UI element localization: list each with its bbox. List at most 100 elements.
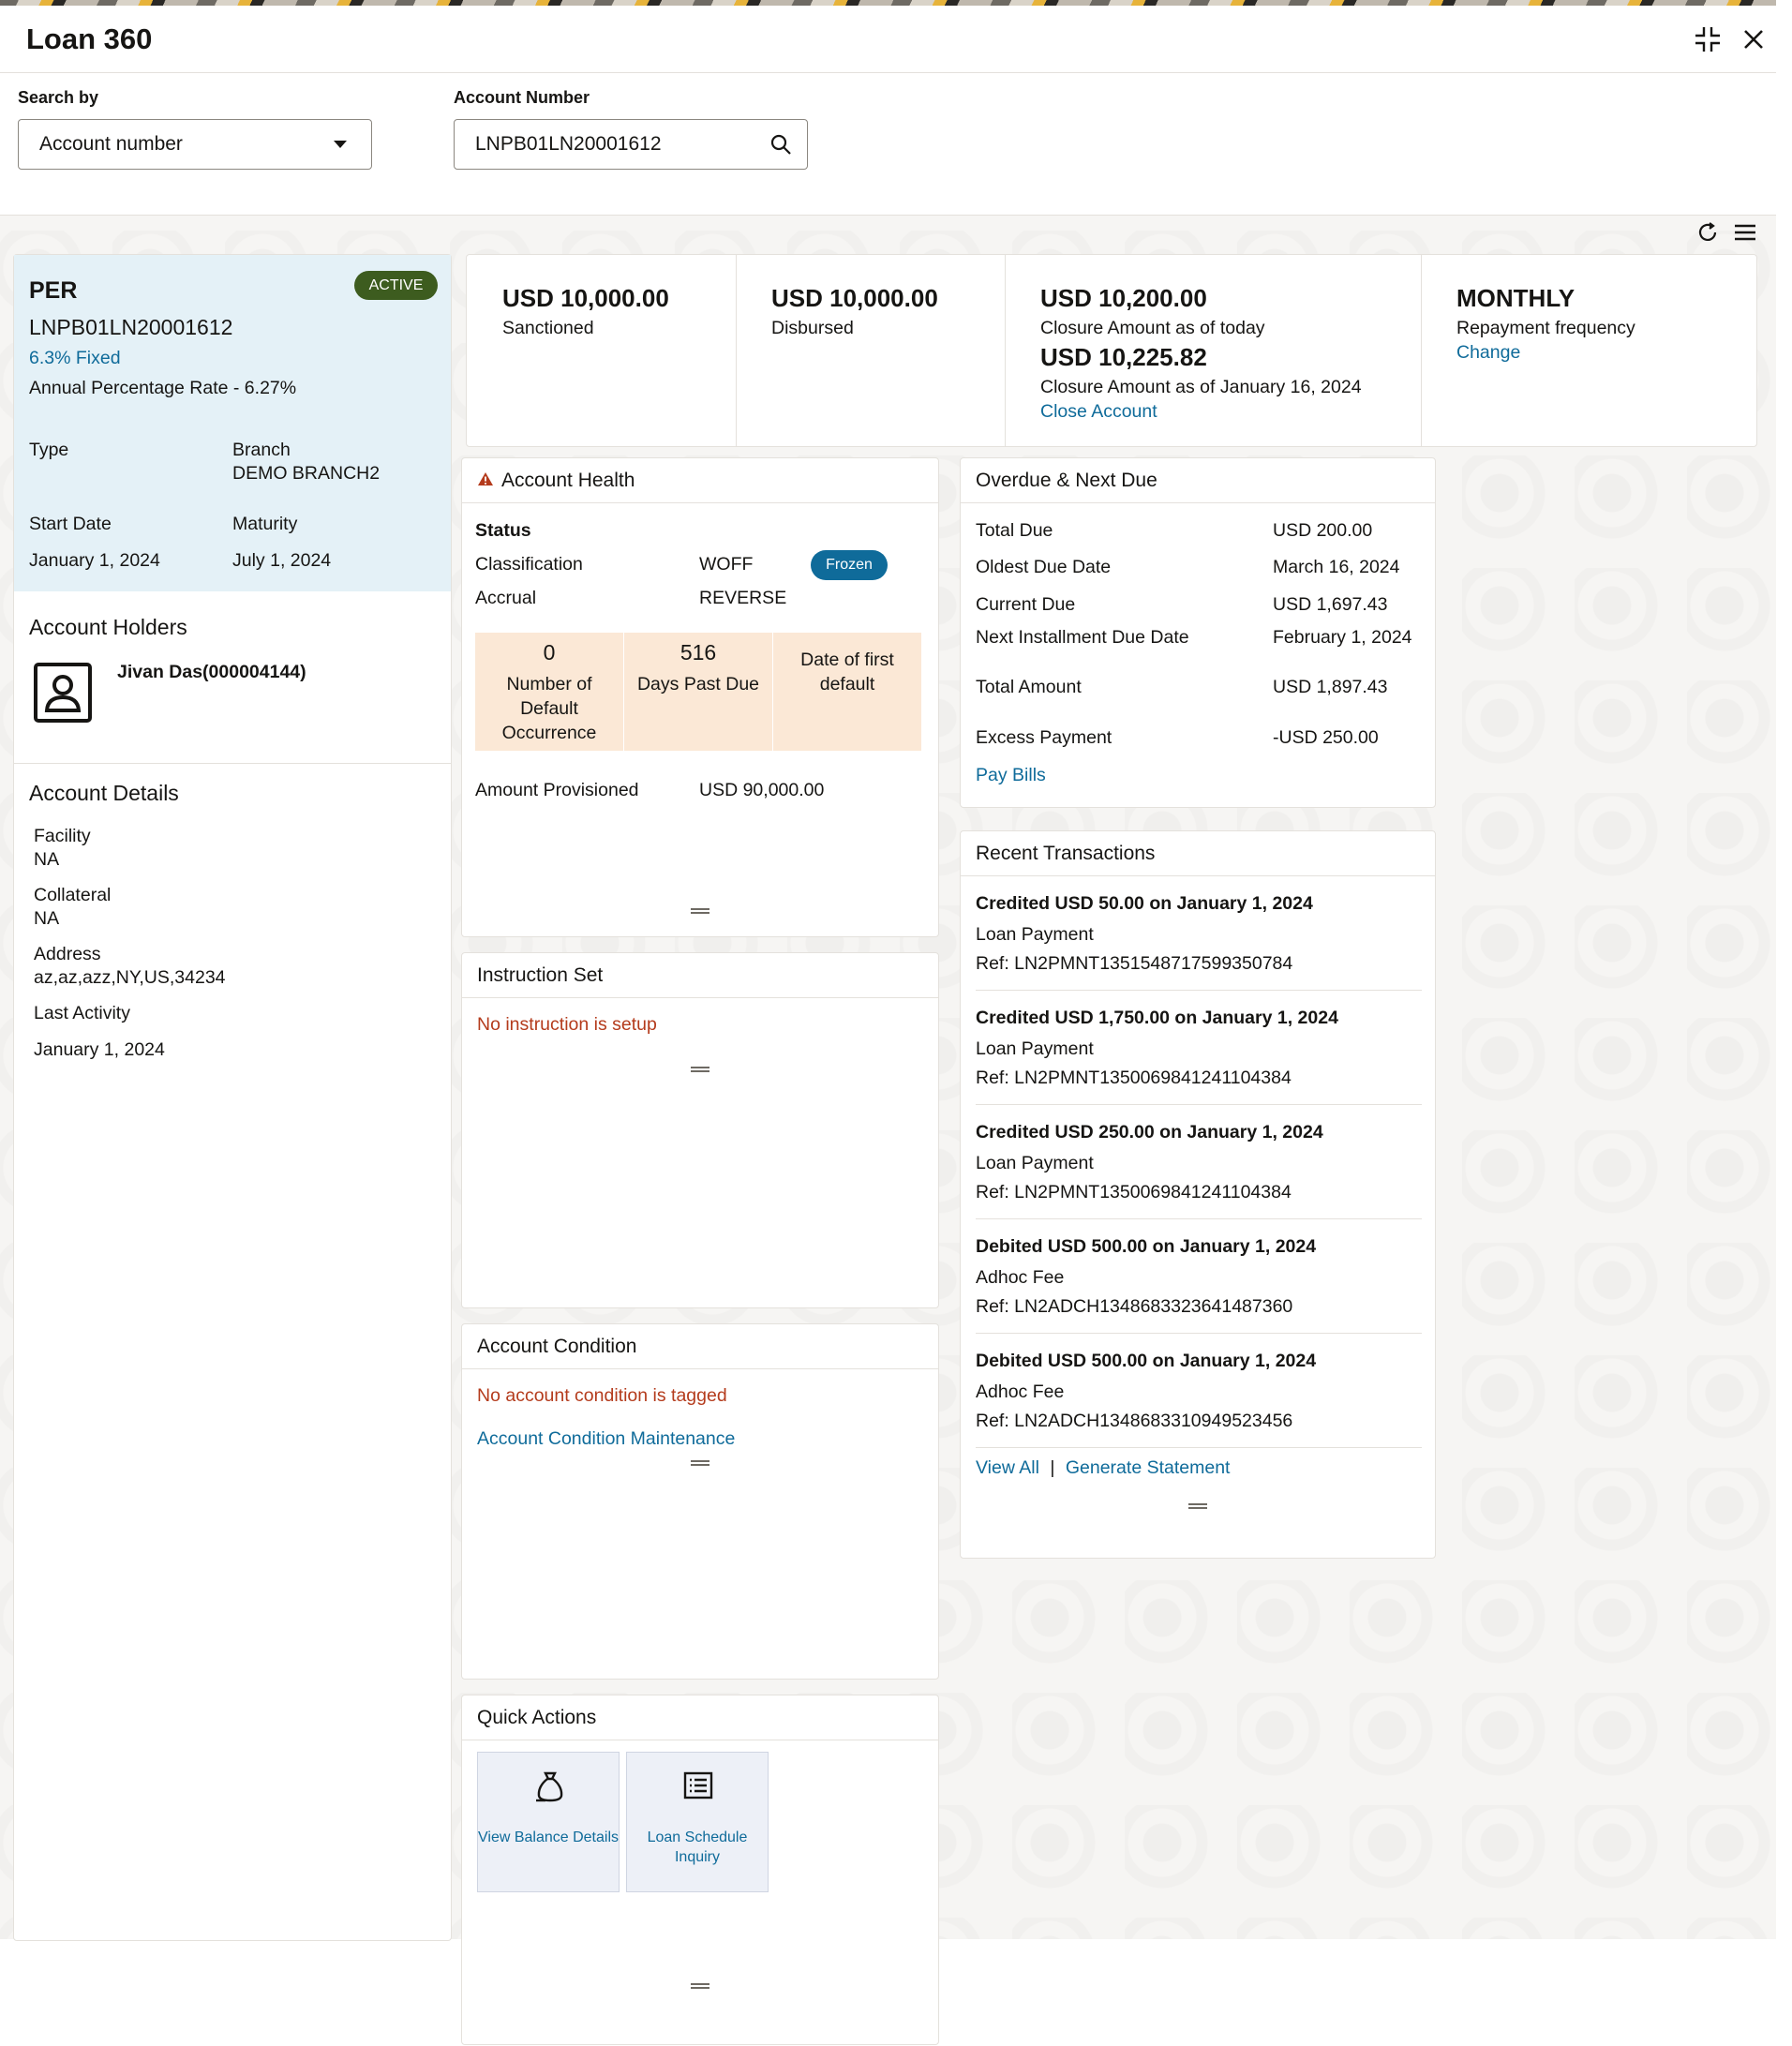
drag-handle-icon[interactable]: [691, 1067, 709, 1072]
transaction-description: Adhoc Fee: [976, 1267, 1065, 1288]
loan-schedule-inquiry-label: Loan Schedule Inquiry: [647, 1829, 748, 1865]
search-by-select[interactable]: Account number: [18, 119, 372, 170]
search-bar: Search by Account number Account Number …: [0, 73, 1776, 216]
collateral-value: NA: [34, 908, 60, 929]
total-amount-value: USD 1,897.43: [1273, 677, 1388, 697]
first-default-tile: Date of first default: [773, 633, 921, 751]
address-label: Address: [34, 944, 101, 964]
refresh-icon[interactable]: [1696, 221, 1719, 248]
total-due-value: USD 200.00: [1273, 520, 1373, 541]
minimize-icon[interactable]: [1689, 21, 1726, 58]
account-health-header: Account Health: [462, 458, 938, 503]
pay-bills-link[interactable]: Pay Bills: [976, 765, 1046, 786]
transaction-reference: Ref: LN2PMNT1351548717599350784: [976, 953, 1293, 974]
account-condition-panel: Account Condition No account condition i…: [461, 1323, 939, 1680]
quick-actions-panel: Quick Actions View Balance Details Loan …: [461, 1695, 939, 2045]
next-installment-value: February 1, 2024: [1273, 627, 1412, 648]
transaction-heading: Credited USD 1,750.00 on January 1, 2024: [976, 1008, 1338, 1028]
view-all-link[interactable]: View All: [976, 1457, 1039, 1478]
classification-label: Classification: [475, 554, 583, 575]
transaction-description: Adhoc Fee: [976, 1381, 1065, 1402]
search-by-value: Account number: [39, 133, 183, 155]
account-condition-maintenance-link[interactable]: Account Condition Maintenance: [477, 1428, 735, 1450]
transaction-item[interactable]: Credited USD 250.00 on January 1, 2024 L…: [976, 1105, 1422, 1219]
amount-provisioned-label: Amount Provisioned: [475, 780, 639, 800]
search-icon[interactable]: [769, 133, 792, 161]
loan-schedule-inquiry-button[interactable]: Loan Schedule Inquiry: [626, 1752, 769, 1892]
sanctioned-label: Sanctioned: [502, 318, 594, 338]
total-due-label: Total Due: [976, 520, 1053, 541]
transaction-item[interactable]: Debited USD 500.00 on January 1, 2024 Ad…: [976, 1334, 1422, 1448]
next-installment-label: Next Installment Due Date: [976, 627, 1189, 648]
days-past-due-value: 516: [679, 640, 717, 665]
transaction-heading: Credited USD 50.00 on January 1, 2024: [976, 893, 1313, 914]
change-frequency-link[interactable]: Change: [1456, 342, 1520, 364]
drag-handle-icon[interactable]: [691, 1983, 709, 1989]
days-past-due-tile: 516 Days Past Due: [624, 633, 772, 751]
current-due-value: USD 1,697.43: [1273, 594, 1388, 615]
type-label: Type: [29, 440, 69, 460]
transaction-reference: Ref: LN2ADCH1348683323641487360: [976, 1296, 1293, 1317]
close-account-link[interactable]: Close Account: [1040, 401, 1157, 423]
warning-icon: [477, 470, 494, 492]
view-balance-details-button[interactable]: View Balance Details: [477, 1752, 620, 1892]
default-occurrence-tile: 0 Number of Default Occurrence: [475, 633, 623, 751]
branch-value: DEMO BRANCH2: [232, 463, 381, 484]
start-date-label: Start Date: [29, 514, 112, 534]
transaction-description: Loan Payment: [976, 1038, 1094, 1059]
transaction-item[interactable]: Credited USD 1,750.00 on January 1, 2024…: [976, 991, 1422, 1105]
transaction-reference: Ref: LN2PMNT1350069841241104384: [976, 1182, 1292, 1202]
branch-label: Branch: [232, 440, 291, 460]
product-code: PER: [29, 277, 78, 304]
oldest-due-date-value: March 16, 2024: [1273, 557, 1400, 577]
list-icon: [683, 1771, 713, 1804]
drag-handle-icon[interactable]: [691, 1460, 709, 1466]
oldest-due-date-label: Oldest Due Date: [976, 557, 1112, 577]
interest-rate: 6.3% Fixed: [29, 348, 121, 368]
excess-payment-value: -USD 250.00: [1273, 727, 1379, 748]
maturity-label: Maturity: [232, 514, 298, 534]
generate-statement-link[interactable]: Generate Statement: [1066, 1457, 1231, 1478]
overdue-title: Overdue & Next Due: [961, 458, 1435, 503]
accrual-value: REVERSE: [699, 588, 787, 608]
closure-date-amount: USD 10,225.82: [1040, 343, 1207, 371]
closure-date-label: Closure Amount as of January 16, 2024: [1040, 377, 1362, 397]
collateral-label: Collateral: [34, 885, 112, 905]
holder-name[interactable]: Jivan Das(000004144): [117, 662, 306, 683]
account-number: LNPB01LN20001612: [29, 315, 233, 339]
title-bar: Loan 360: [0, 6, 1776, 73]
transaction-item[interactable]: Credited USD 50.00 on January 1, 2024 Lo…: [976, 876, 1422, 991]
link-separator: |: [1050, 1457, 1055, 1478]
sanctioned-amount: USD 10,000.00: [502, 284, 669, 312]
drag-handle-icon[interactable]: [1188, 1503, 1207, 1509]
divider: [1421, 255, 1422, 446]
transaction-description: Loan Payment: [976, 924, 1094, 945]
address-value: az,az,azz,NY,US,34234: [34, 967, 226, 988]
closure-today-label: Closure Amount as of today: [1040, 318, 1265, 338]
account-sidebar: PER ACTIVE LNPB01LN20001612 6.3% Fixed A…: [13, 254, 452, 1941]
current-due-label: Current Due: [976, 594, 1076, 615]
divider: [736, 255, 737, 446]
menu-icon[interactable]: [1733, 221, 1757, 248]
disbursed-label: Disbursed: [771, 318, 854, 338]
money-bag-icon: [534, 1770, 566, 1808]
transaction-reference: Ref: LN2ADCH1348683310949523456: [976, 1411, 1293, 1431]
chevron-down-icon: [334, 141, 347, 148]
view-balance-details-label: View Balance Details: [478, 1829, 620, 1845]
account-condition-message: No account condition is tagged: [477, 1385, 727, 1406]
account-holders-title: Account Holders: [29, 615, 187, 639]
divider: [14, 763, 451, 764]
divider: [1005, 255, 1006, 446]
account-number-input[interactable]: LNPB01LN20001612: [454, 119, 808, 170]
facility-label: Facility: [34, 826, 91, 846]
close-icon[interactable]: [1735, 21, 1772, 58]
search-by-label: Search by: [18, 88, 99, 107]
last-activity-value: January 1, 2024: [34, 1039, 165, 1060]
account-health-title: Account Health: [501, 469, 635, 491]
drag-handle-icon[interactable]: [691, 908, 709, 914]
account-details-title: Account Details: [29, 781, 179, 805]
default-occurrence-label: Number of Default Occurrence: [501, 674, 597, 743]
days-past-due-label: Days Past Due: [636, 674, 760, 694]
instruction-message: No instruction is setup: [477, 1014, 657, 1035]
transaction-item[interactable]: Debited USD 500.00 on January 1, 2024 Ad…: [976, 1219, 1422, 1334]
